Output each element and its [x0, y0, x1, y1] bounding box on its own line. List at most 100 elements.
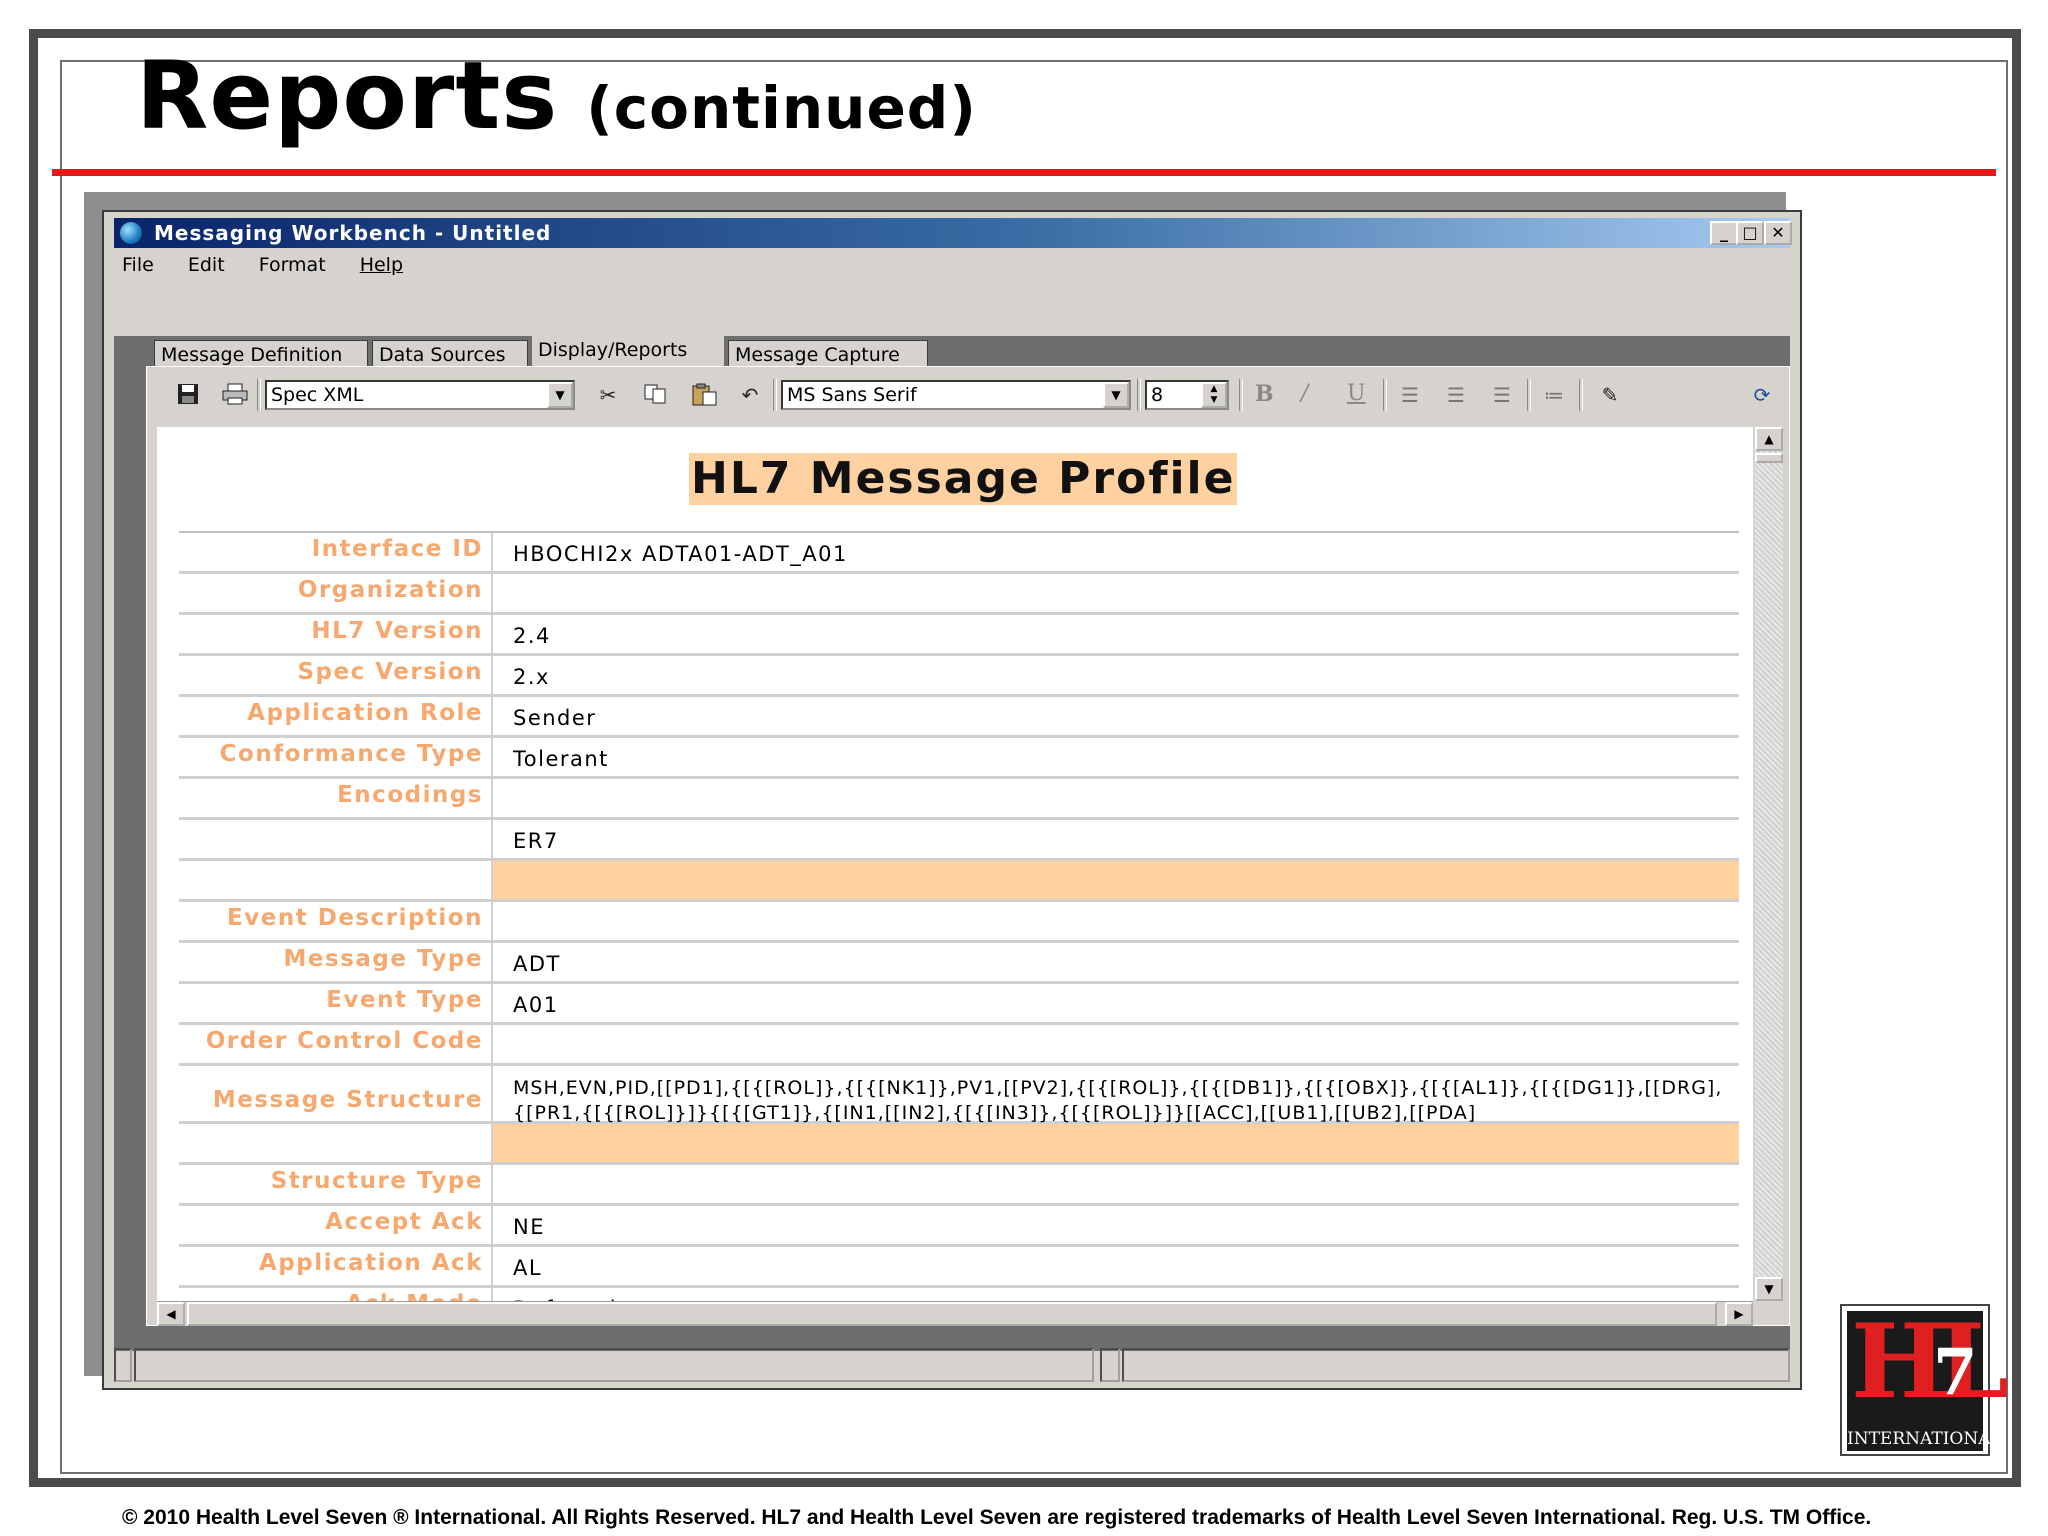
maximize-button[interactable]: □ — [1736, 221, 1764, 245]
row-label — [179, 1124, 489, 1162]
menu-edit[interactable]: Edit — [188, 254, 225, 276]
row-value: MSH,EVN,PID,[[PD1],{[{[ROL]},{[{[NK1]},P… — [491, 1066, 1739, 1124]
scroll-thumb[interactable] — [1755, 453, 1783, 463]
menu-file[interactable]: File — [122, 254, 154, 276]
table-row: Encodings — [179, 779, 1739, 820]
row-value: ER7 — [491, 820, 1739, 858]
close-button[interactable]: ✕ — [1764, 221, 1792, 245]
slide-title-main: Reports — [136, 42, 559, 151]
row-value — [491, 1165, 1739, 1203]
row-value — [491, 1025, 1739, 1063]
report-type-combo[interactable]: Spec XML ▼ — [265, 380, 575, 410]
align-center-icon[interactable]: ☰ — [1443, 383, 1469, 407]
font-size-stepper[interactable]: 8 ▲ ▼ — [1145, 380, 1229, 410]
title-divider — [52, 169, 1996, 176]
chevron-down-icon[interactable]: ▼ — [1103, 382, 1129, 408]
copyright-footer: © 2010 Health Level Seven ® Internationa… — [122, 1506, 1872, 1529]
toolbar-separator — [1383, 379, 1387, 411]
row-label: Order Control Code — [205, 1028, 483, 1054]
row-label: Encodings — [337, 782, 483, 808]
row-value: Sender — [491, 697, 1739, 735]
row-value: AL — [491, 1247, 1739, 1285]
refresh-icon[interactable]: ⟳ — [1749, 383, 1775, 407]
table-row: Application Role Sender — [179, 697, 1739, 738]
tab-message-capture[interactable]: Message Capture — [728, 340, 928, 368]
status-pane-left — [134, 1348, 1094, 1382]
row-value: HBOCHI2x ADTA01-ADT_A01 — [491, 533, 1739, 571]
scroll-thumb-horizontal[interactable] — [187, 1302, 1717, 1326]
messaging-workbench-window: Messaging Workbench - Untitled _ □ ✕ Fil… — [102, 210, 1802, 1390]
report-heading: HL7 Message Profile — [689, 453, 1238, 505]
row-label — [179, 820, 489, 858]
minimize-button[interactable]: _ — [1710, 221, 1738, 245]
row-label: Organization — [297, 577, 483, 603]
row-label: Spec Version — [297, 659, 483, 685]
menu-bar: File Edit Format Help — [122, 254, 431, 280]
cut-icon[interactable]: ✂ — [595, 383, 621, 407]
tab-display-reports[interactable]: Display/Reports — [532, 334, 724, 370]
status-bar — [114, 1348, 1790, 1382]
display-reports-panel: Spec XML ▼ ✂ ↶ MS Sans Serif ▼ 8 ▲ ▼ B /… — [146, 366, 1790, 1326]
table-row: Accept Ack NE — [179, 1206, 1739, 1247]
menu-format[interactable]: Format — [259, 254, 326, 276]
row-value — [491, 779, 1739, 817]
chevron-down-icon[interactable]: ▼ — [547, 382, 573, 408]
scroll-left-button[interactable]: ◀ — [157, 1302, 185, 1326]
row-label: Application Ack — [259, 1250, 483, 1276]
window-titlebar[interactable]: Messaging Workbench - Untitled _ □ ✕ — [114, 218, 1792, 248]
font-size-value: 8 — [1151, 384, 1164, 406]
table-row: Organization — [179, 574, 1739, 615]
row-value — [491, 861, 1739, 899]
horizontal-scrollbar[interactable]: ◀ ▶ — [157, 1301, 1753, 1326]
table-row: Application Ack AL — [179, 1247, 1739, 1288]
bold-icon[interactable]: B — [1255, 381, 1274, 407]
table-row — [179, 1124, 1739, 1165]
underline-icon[interactable]: U — [1347, 381, 1366, 406]
print-icon[interactable] — [221, 383, 248, 407]
bullets-icon[interactable]: ≔ — [1541, 383, 1567, 407]
toolbar-separator — [773, 379, 777, 411]
menu-help[interactable]: Help — [360, 254, 403, 276]
scroll-up-button[interactable]: ▲ — [1755, 427, 1783, 451]
copy-icon[interactable] — [643, 383, 669, 407]
align-left-icon[interactable]: ☰ — [1397, 383, 1423, 407]
row-label: Message Structure — [212, 1087, 483, 1113]
spinner-arrows-icon[interactable]: ▲ ▼ — [1201, 382, 1227, 408]
hl7-logo-seven: 7 — [1933, 1335, 1978, 1410]
table-row: Structure Type — [179, 1165, 1739, 1206]
table-row — [179, 861, 1739, 902]
row-value: Deferred — [491, 1288, 1739, 1301]
table-row: Spec Version 2.x — [179, 656, 1739, 697]
report-type-value: Spec XML — [271, 384, 364, 406]
row-value: Tolerant — [491, 738, 1739, 776]
vertical-scrollbar[interactable]: ▲ ▼ — [1755, 427, 1783, 1301]
slide-title: Reports (continued) — [136, 50, 977, 144]
row-value: NE — [491, 1206, 1739, 1244]
hl7-logo: HL 7 INTERNATIONAL — [1840, 1304, 2009, 1456]
slide-title-suffix: (continued) — [586, 74, 977, 142]
tab-message-definition[interactable]: Message Definition — [154, 340, 368, 368]
align-right-icon[interactable]: ☰ — [1489, 383, 1515, 407]
font-family-value: MS Sans Serif — [787, 384, 917, 406]
row-label: Conformance Type — [219, 741, 483, 767]
paste-icon[interactable] — [691, 383, 717, 407]
report-document: HL7 Message Profile Interface ID HBOCHI2x… — [157, 427, 1753, 1301]
status-grip — [114, 1348, 132, 1382]
edit-icon[interactable]: ✎ — [1597, 383, 1623, 407]
font-family-combo[interactable]: MS Sans Serif ▼ — [781, 380, 1131, 410]
row-value: 2.x — [491, 656, 1739, 694]
row-label: HL7 Version — [311, 618, 483, 644]
profile-table: Interface ID HBOCHI2x ADTA01-ADT_A01 Organ… — [179, 531, 1739, 1301]
report-toolbar: Spec XML ▼ ✂ ↶ MS Sans Serif ▼ 8 ▲ ▼ B /… — [147, 367, 1791, 421]
hl7-logo-mark: HL 7 INTERNATIONAL — [1847, 1311, 2009, 1451]
status-grip — [1100, 1348, 1120, 1382]
tab-data-sources[interactable]: Data Sources — [372, 340, 528, 368]
row-value: ADT — [491, 943, 1739, 981]
row-label: Event Type — [326, 987, 483, 1013]
scroll-right-button[interactable]: ▶ — [1725, 1302, 1753, 1326]
undo-icon[interactable]: ↶ — [737, 383, 763, 407]
italic-icon[interactable]: / — [1301, 381, 1308, 406]
scroll-down-button[interactable]: ▼ — [1755, 1277, 1783, 1301]
save-icon[interactable] — [175, 383, 201, 407]
toolbar-separator — [1239, 379, 1243, 411]
